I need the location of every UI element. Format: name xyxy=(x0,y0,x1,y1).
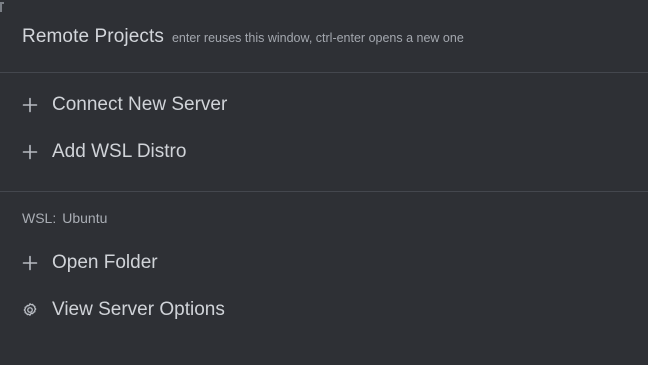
wsl-prefix: WSL: xyxy=(22,210,57,226)
keyboard-hint: enter reuses this window, ctrl-enter ope… xyxy=(171,31,464,45)
gear-icon xyxy=(18,298,42,322)
remote-projects-panel: Remote Projects enter reuses this window… xyxy=(0,0,648,365)
connect-new-server-label: Connect New Server xyxy=(52,94,228,115)
view-server-options-item[interactable]: View Server Options xyxy=(18,295,225,325)
panel-header: Remote Projects enter reuses this window… xyxy=(22,26,464,50)
wsl-section-header: WSL: Ubuntu xyxy=(22,210,107,226)
panel-title: Remote Projects xyxy=(22,26,164,47)
wsl-distro-name: Ubuntu xyxy=(62,210,108,226)
plus-icon xyxy=(18,251,42,275)
open-folder-item[interactable]: Open Folder xyxy=(18,248,158,278)
add-wsl-distro-item[interactable]: Add WSL Distro xyxy=(18,137,186,167)
add-wsl-distro-label: Add WSL Distro xyxy=(52,141,187,162)
section-divider xyxy=(0,191,648,192)
open-folder-label: Open Folder xyxy=(52,252,158,273)
plus-icon xyxy=(18,93,42,117)
panel-corner-mark xyxy=(0,2,4,12)
connect-new-server-item[interactable]: Connect New Server xyxy=(18,90,227,120)
plus-icon xyxy=(18,140,42,164)
header-divider xyxy=(0,72,648,73)
view-server-options-label: View Server Options xyxy=(52,299,225,320)
